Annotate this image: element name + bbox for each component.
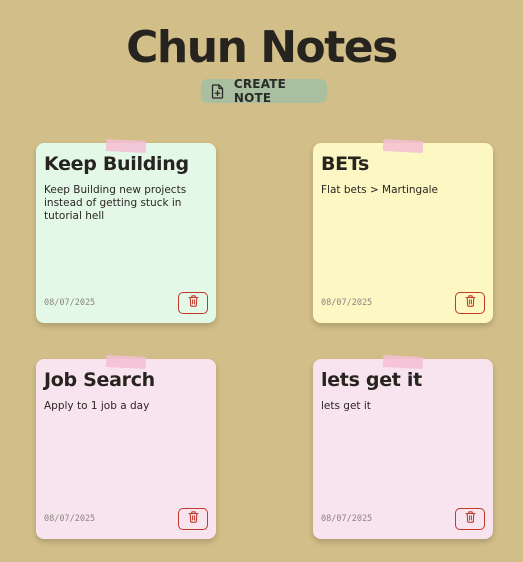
note-card[interactable]: Job Search Apply to 1 job a day 08/07/20… xyxy=(36,354,216,539)
file-plus-icon xyxy=(210,83,226,99)
trash-icon xyxy=(187,510,199,528)
note-date: 08/07/2025 xyxy=(321,514,373,524)
note-tape xyxy=(382,354,424,370)
create-note-button[interactable]: CREATE NOTE xyxy=(201,77,327,105)
trash-icon xyxy=(464,294,476,312)
trash-icon xyxy=(464,510,476,528)
note-body: lets get it xyxy=(321,400,371,412)
note-card[interactable]: Keep Building Keep Building new projects… xyxy=(36,138,216,323)
note-title: BETs xyxy=(321,153,370,175)
note-body: Apply to 1 job a day xyxy=(44,400,150,412)
note-title: Job Search xyxy=(44,369,155,391)
delete-note-button[interactable] xyxy=(455,508,485,530)
note-body: Flat bets > Martingale xyxy=(321,184,439,196)
note-title: lets get it xyxy=(321,369,422,391)
note-tape xyxy=(105,354,147,370)
note-card[interactable]: BETs Flat bets > Martingale 08/07/2025 xyxy=(313,138,493,323)
delete-note-button[interactable] xyxy=(178,292,208,314)
note-card[interactable]: lets get it lets get it 08/07/2025 xyxy=(313,354,493,539)
trash-icon xyxy=(187,294,199,312)
delete-note-button[interactable] xyxy=(178,508,208,530)
app-title: Chun Notes xyxy=(126,22,398,73)
note-date: 08/07/2025 xyxy=(321,298,373,308)
note-date: 08/07/2025 xyxy=(44,514,96,524)
note-date: 08/07/2025 xyxy=(44,298,96,308)
note-tape xyxy=(105,138,147,154)
note-body: Keep Building new projects instead of ge… xyxy=(44,184,187,222)
create-note-label: CREATE NOTE xyxy=(233,77,287,105)
delete-note-button[interactable] xyxy=(455,292,485,314)
note-tape xyxy=(382,138,424,154)
note-title: Keep Building xyxy=(44,153,189,175)
